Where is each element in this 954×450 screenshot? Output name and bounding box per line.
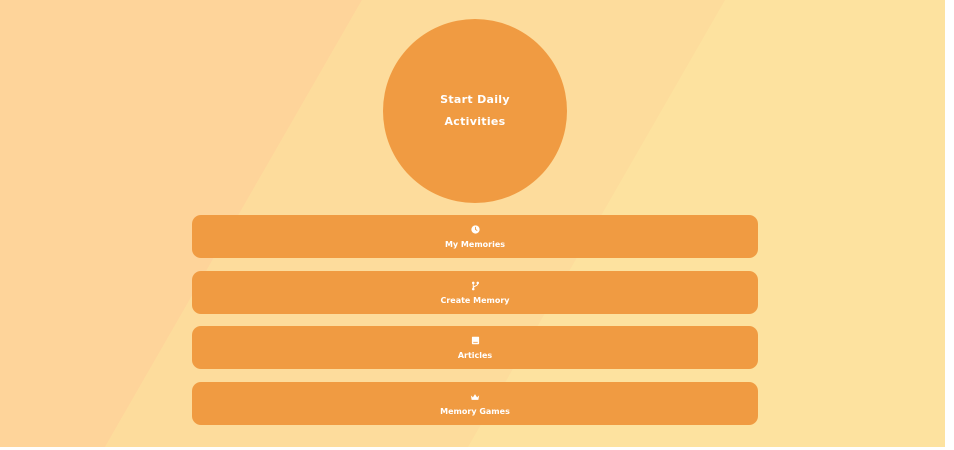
my-memories-label: My Memories	[444, 239, 506, 249]
create-memory-label: Create Memory	[440, 295, 510, 305]
create-memory-button[interactable]: Create Memory	[192, 271, 758, 314]
my-memories-button[interactable]: My Memories	[192, 215, 758, 258]
articles-label: Articles	[457, 350, 493, 360]
start-daily-activities-button[interactable]: Start Daily Activities	[383, 19, 567, 203]
page-background: Start Daily Activities My Memories Creat…	[0, 0, 945, 447]
articles-button[interactable]: Articles	[192, 326, 758, 369]
start-button-label-line-1: Start Daily	[440, 93, 510, 106]
clock-icon	[470, 224, 480, 236]
start-button-label-line-2: Activities	[444, 115, 506, 128]
book-icon	[471, 335, 480, 347]
memory-games-button[interactable]: Memory Games	[192, 382, 758, 425]
branch-icon	[471, 280, 480, 292]
memory-games-label: Memory Games	[440, 406, 510, 416]
crown-icon	[470, 391, 480, 403]
